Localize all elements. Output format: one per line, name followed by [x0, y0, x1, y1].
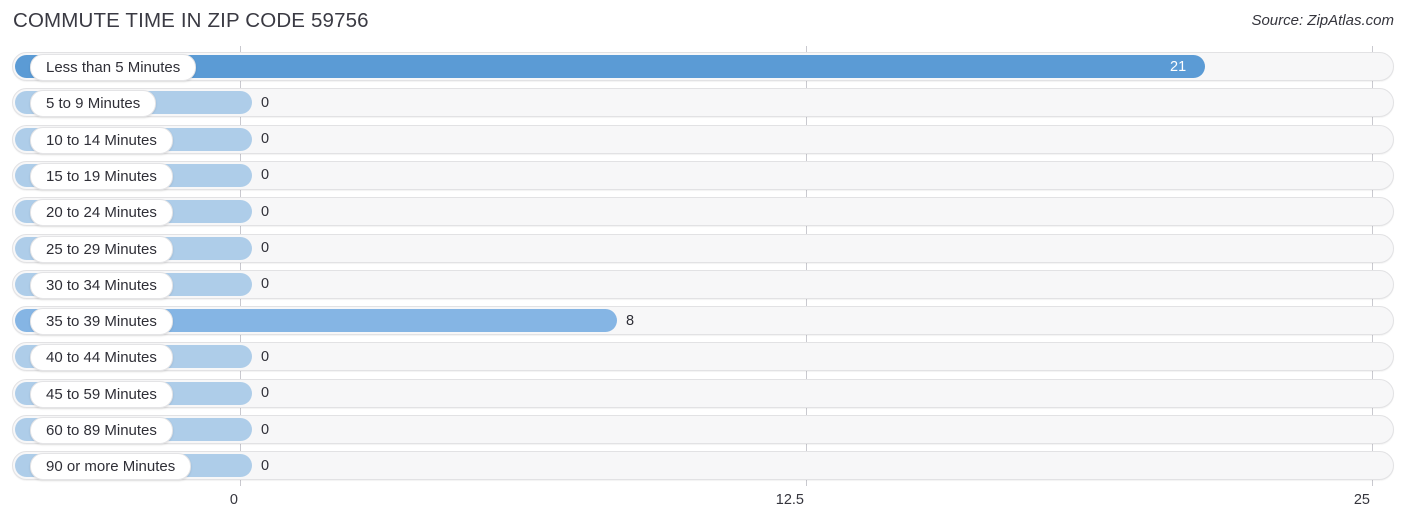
- bar-row[interactable]: Less than 5 Minutes 21: [12, 52, 1394, 81]
- category-label-pill: 5 to 9 Minutes: [30, 90, 157, 118]
- category-label-pill: 35 to 39 Minutes: [30, 308, 173, 336]
- bar-row[interactable]: 45 to 59 Minutes 0: [12, 378, 1394, 408]
- category-label: 60 to 89 Minutes: [46, 422, 157, 439]
- bar-rows: Less than 5 Minutes 21 5 to 9 Minutes 0 10 t…: [0, 46, 1406, 486]
- value-label: 8: [626, 312, 635, 329]
- x-tick-label: 12.5: [775, 492, 804, 508]
- category-label-pill: 30 to 34 Minutes: [30, 271, 173, 299]
- category-label: 25 to 29 Minutes: [46, 240, 157, 258]
- category-label-pill: 90 or more Minutes: [30, 453, 192, 481]
- bar-row[interactable]: 20 to 24 Minutes 0: [12, 197, 1394, 227]
- category-label: 45 to 59 Minutes: [46, 385, 157, 403]
- category-label-pill: 45 to 59 Minutes: [30, 380, 173, 408]
- category-label-pill: 15 to 19 Minutes: [30, 162, 173, 190]
- value-label: 0: [261, 276, 270, 293]
- bar-row[interactable]: 25 to 29 Minutes 0: [12, 233, 1394, 263]
- value-label: 0: [261, 457, 270, 474]
- bar-row[interactable]: 90 or more Minutes 0: [12, 451, 1394, 481]
- value-label: 0: [261, 348, 270, 365]
- category-label: 20 to 24 Minutes: [46, 204, 157, 222]
- x-axis: 0 12.5 25: [0, 486, 1406, 523]
- page-title: COMMUTE TIME IN ZIP CODE 59756: [13, 9, 369, 32]
- bar-row[interactable]: 35 to 39 Minutes 8: [12, 306, 1394, 336]
- bar-row[interactable]: 15 to 19 Minutes 0: [12, 160, 1394, 190]
- category-label: Less than 5 Minutes: [46, 59, 181, 76]
- bar-row[interactable]: 30 to 34 Minutes 0: [12, 269, 1394, 299]
- bar-row[interactable]: 40 to 44 Minutes 0: [12, 342, 1394, 372]
- category-label-pill: 25 to 29 Minutes: [30, 235, 173, 263]
- category-label-pill: Less than 5 Minutes: [30, 54, 197, 81]
- category-label-pill: 40 to 44 Minutes: [30, 344, 173, 372]
- category-label: 90 or more Minutes: [46, 458, 176, 476]
- value-label: 0: [261, 167, 270, 184]
- bar-row[interactable]: 60 to 89 Minutes 0: [12, 415, 1394, 444]
- bar-row[interactable]: 5 to 9 Minutes 0: [12, 88, 1394, 118]
- source-attribution: Source: ZipAtlas.com: [1251, 12, 1394, 29]
- category-label: 35 to 39 Minutes: [46, 313, 157, 331]
- value-label: 21: [1170, 58, 1187, 75]
- value-label: 0: [261, 203, 270, 220]
- value-label: 0: [261, 421, 270, 438]
- category-label: 5 to 9 Minutes: [46, 95, 141, 113]
- category-label-pill: 60 to 89 Minutes: [30, 417, 173, 444]
- category-label-pill: 20 to 24 Minutes: [30, 199, 173, 227]
- bar-row[interactable]: 10 to 14 Minutes 0: [12, 124, 1394, 154]
- category-label: 30 to 34 Minutes: [46, 276, 157, 294]
- value-label: 0: [261, 385, 270, 402]
- chart-plot-area: Less than 5 Minutes 21 5 to 9 Minutes 0 10 t…: [0, 46, 1406, 486]
- value-label: 0: [261, 240, 270, 256]
- category-label-pill: 10 to 14 Minutes: [30, 126, 173, 154]
- category-label: 10 to 14 Minutes: [46, 131, 157, 149]
- value-label: 0: [261, 94, 270, 111]
- x-tick-label: 25: [1353, 492, 1370, 508]
- category-label: 40 to 44 Minutes: [46, 349, 157, 367]
- chart-header: COMMUTE TIME IN ZIP CODE 59756 Source: Z…: [0, 0, 1406, 46]
- category-label: 15 to 19 Minutes: [46, 167, 157, 185]
- value-label: 0: [261, 131, 270, 148]
- x-tick-label: 0: [229, 492, 238, 508]
